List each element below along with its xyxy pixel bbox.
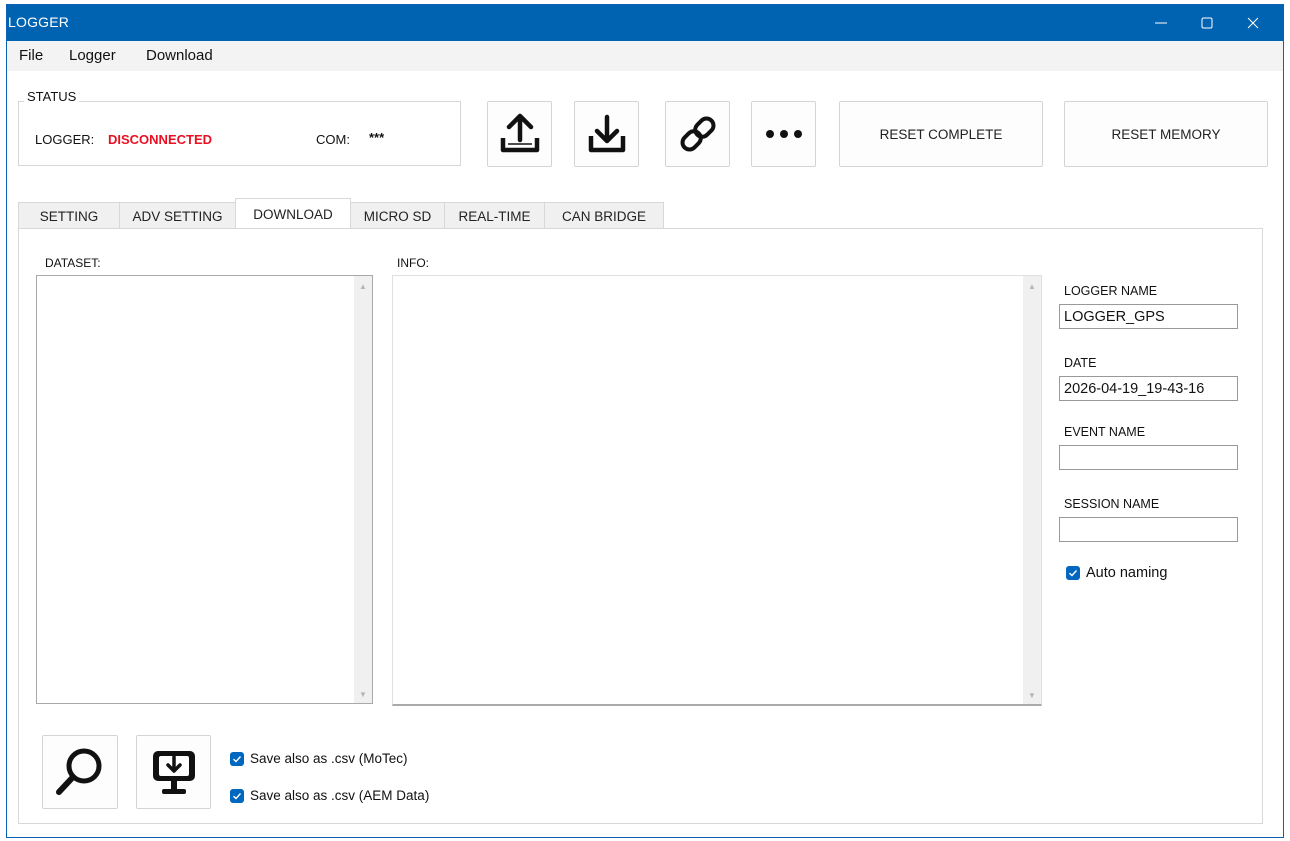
save-to-pc-button[interactable]	[136, 735, 211, 809]
close-icon	[1247, 17, 1259, 29]
event-name-input[interactable]	[1059, 445, 1238, 470]
logger-status-value: DISCONNECTED	[108, 132, 213, 147]
info-label: INFO:	[397, 256, 429, 270]
com-label: COM:	[316, 132, 350, 147]
title-bar: LOGGER	[7, 5, 1283, 41]
auto-naming-label: Auto naming	[1086, 565, 1168, 581]
session-name-input[interactable]	[1059, 517, 1238, 542]
reset-memory-button[interactable]: RESET MEMORY	[1064, 101, 1268, 167]
upload-button[interactable]	[487, 101, 552, 167]
more-button[interactable]	[751, 101, 816, 167]
logger-name-label: LOGGER NAME	[1064, 284, 1158, 298]
logger-name-input[interactable]	[1059, 304, 1238, 329]
download-icon	[588, 114, 625, 153]
tab-setting[interactable]: SETTING	[18, 202, 120, 229]
tab-micro-sd[interactable]: MICRO SD	[350, 202, 445, 229]
com-value: ***	[369, 130, 385, 145]
dataset-scrollbar[interactable]: ▲ ▼	[354, 276, 372, 703]
date-input[interactable]	[1059, 376, 1238, 401]
maximize-icon	[1201, 17, 1213, 29]
link-icon	[680, 116, 715, 152]
reset-complete-button[interactable]: RESET COMPLETE	[839, 101, 1043, 167]
dataset-list[interactable]: ▲ ▼	[36, 275, 373, 704]
scroll-up-icon[interactable]: ▲	[359, 282, 367, 291]
more-icon	[765, 130, 802, 138]
session-name-label: SESSION NAME	[1064, 497, 1160, 511]
close-button[interactable]	[1230, 5, 1276, 41]
upload-icon	[500, 113, 539, 153]
check-icon	[1066, 566, 1080, 580]
logger-status-label: LOGGER:	[35, 132, 95, 147]
minimize-button[interactable]	[1138, 5, 1184, 41]
tab-real-time[interactable]: REAL-TIME	[444, 202, 545, 229]
tab-can-bridge[interactable]: CAN BRIDGE	[544, 202, 664, 229]
search-icon	[56, 748, 102, 795]
download-to-computer-icon	[152, 751, 195, 794]
download-button[interactable]	[574, 101, 639, 167]
window-title: LOGGER	[8, 14, 70, 30]
auto-naming-checkbox[interactable]: Auto naming	[1066, 565, 1167, 581]
info-textarea[interactable]: ▲ ▼	[392, 275, 1042, 706]
tab-download[interactable]: DOWNLOAD	[235, 198, 351, 230]
connect-button[interactable]	[665, 101, 730, 167]
csv-motec-label: Save also as .csv (MoTec)	[250, 751, 408, 766]
maximize-button[interactable]	[1184, 5, 1230, 41]
csv-aem-checkbox[interactable]: Save also as .csv (AEM Data)	[230, 788, 429, 803]
scroll-down-icon[interactable]: ▼	[1028, 691, 1036, 700]
csv-aem-label: Save also as .csv (AEM Data)	[250, 788, 430, 803]
scroll-down-icon[interactable]: ▼	[359, 690, 367, 699]
status-legend: STATUS	[24, 89, 80, 104]
info-scrollbar[interactable]: ▲ ▼	[1023, 276, 1041, 704]
minimize-icon	[1155, 22, 1167, 24]
check-icon	[230, 751, 244, 766]
csv-motec-checkbox[interactable]: Save also as .csv (MoTec)	[230, 751, 408, 766]
search-button[interactable]	[42, 735, 118, 809]
menu-file[interactable]: File	[19, 47, 43, 64]
menu-logger[interactable]: Logger	[69, 47, 116, 64]
dataset-label: DATASET:	[45, 256, 101, 270]
scroll-up-icon[interactable]: ▲	[1028, 282, 1036, 291]
check-icon	[230, 788, 244, 803]
menu-download[interactable]: Download	[146, 47, 213, 64]
date-label: DATE	[1064, 356, 1097, 370]
event-name-label: EVENT NAME	[1064, 425, 1146, 439]
tab-adv-setting[interactable]: ADV SETTING	[119, 202, 236, 229]
menu-bar: File Logger Download	[7, 41, 1283, 71]
